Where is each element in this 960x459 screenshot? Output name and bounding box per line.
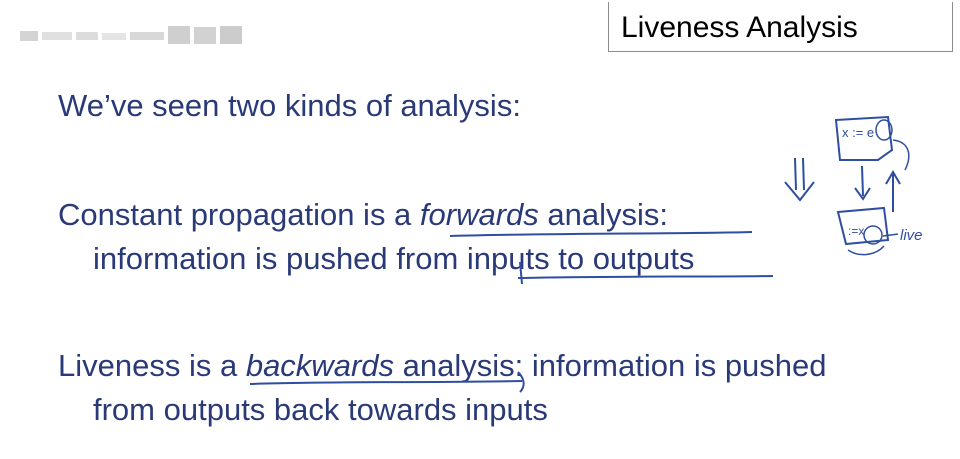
- lecture-slide: Liveness Analysis We’ve seen two kinds o…: [0, 0, 960, 459]
- live-label: live: [900, 227, 923, 244]
- double-down-arrow-icon: [784, 157, 815, 202]
- box-label-x-assign-e: x := e: [842, 125, 874, 140]
- underline-inputs-to-outputs: [517, 275, 774, 279]
- bottom-box-scribble: [847, 245, 885, 256]
- up-arrow-icon: [885, 170, 901, 212]
- curve-back-to-top: [892, 139, 910, 171]
- tick-before-inputs: [519, 261, 523, 285]
- use-label-x: :=x: [848, 224, 864, 238]
- underline-backwards-analysis: [249, 380, 523, 385]
- underline-forwards-analysis: [449, 231, 753, 237]
- live-pointer-line: [882, 233, 899, 237]
- ink-annotations: x := e :=x live: [249, 115, 923, 393]
- down-arrow-icon: [854, 165, 871, 201]
